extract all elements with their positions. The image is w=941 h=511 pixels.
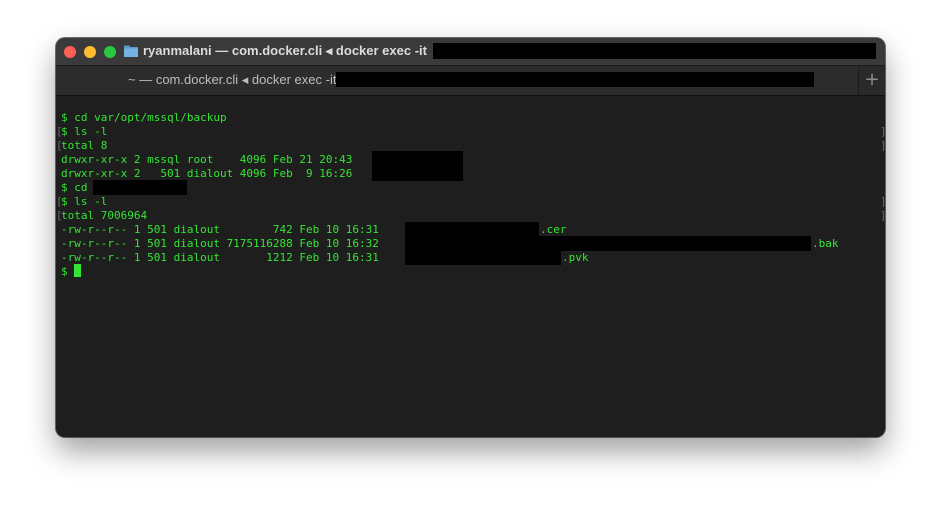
folder-icon [124, 45, 138, 57]
terminal-line: -rw-r--r-- 1 501 dialout 1212 Feb 10 16:… [61, 251, 379, 264]
title-redaction [433, 43, 876, 59]
tab-label[interactable]: ~ — com.docker.cli ◂ docker exec -it [128, 72, 336, 88]
file-extension-bak: .bak [812, 237, 839, 250]
terminal-line: total 7006964 [61, 209, 148, 222]
terminal-line: $ ls -l [61, 195, 108, 208]
line-marker-right: ] [880, 139, 885, 153]
redaction [93, 180, 187, 195]
line-marker-right: ] [880, 209, 885, 223]
terminal-line: $ ls -l [61, 125, 108, 138]
line-marker-right: ] [880, 195, 885, 209]
redaction [405, 250, 561, 265]
file-extension-pvk: .pvk [562, 251, 589, 264]
minimize-button[interactable] [84, 46, 96, 58]
redaction [405, 222, 539, 237]
terminal-cursor [74, 264, 81, 277]
terminal-window: ryanmalani — com.docker.cli ◂ docker exe… [56, 38, 885, 437]
window-title: ryanmalani — com.docker.cli ◂ docker exe… [143, 43, 427, 58]
terminal-line: $ cd var/opt/mssql/backup [61, 111, 227, 124]
file-extension-cer: .cer [540, 223, 567, 236]
terminal-line: -rw-r--r-- 1 501 dialout 7175116288 Feb … [61, 237, 379, 250]
terminal-line: drwxr-xr-x 2 mssql root 4096 Feb 21 20:4… [61, 153, 353, 166]
new-tab-button[interactable]: + [858, 66, 885, 95]
terminal-output[interactable]: $ cd var/opt/mssql/backup [ $ ls -l ] [ … [56, 96, 885, 437]
close-button[interactable] [64, 46, 76, 58]
redaction [405, 236, 811, 251]
terminal-line: total 8 [61, 139, 108, 152]
tab-bar: ~ — com.docker.cli ◂ docker exec -it + [56, 65, 885, 96]
terminal-line: drwxr-xr-x 2 501 dialout 4096 Feb 9 16:2… [61, 167, 353, 180]
line-marker-right: ] [880, 125, 885, 139]
terminal-line: -rw-r--r-- 1 501 dialout 742 Feb 10 16:3… [61, 223, 379, 236]
prompt-line: $ [61, 265, 68, 278]
tab-redaction [336, 72, 814, 87]
terminal-line: $ cd [61, 181, 88, 194]
title-bar[interactable]: ryanmalani — com.docker.cli ◂ docker exe… [56, 38, 885, 65]
redaction [372, 165, 463, 181]
zoom-button[interactable] [104, 46, 116, 58]
